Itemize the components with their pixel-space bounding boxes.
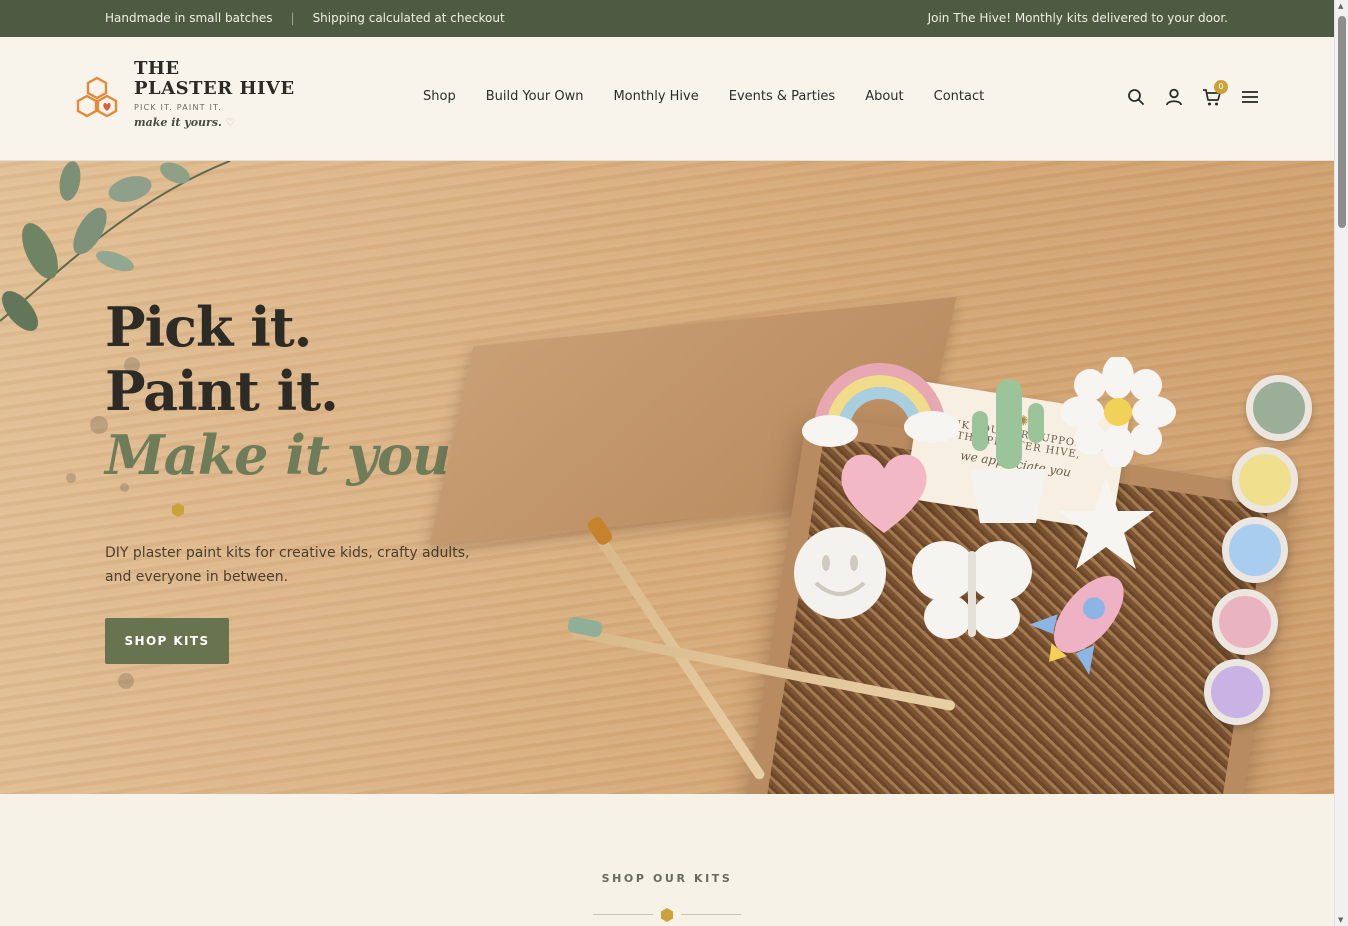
daisy-piece-image <box>1060 357 1176 467</box>
hero-line-1: Pick it. <box>105 295 312 359</box>
hexagon-icon <box>661 908 673 922</box>
brand-text: THE PLASTER HIVE PICK IT. PAINT IT. make… <box>134 58 295 130</box>
nav-monthly-hive[interactable]: Monthly Hive <box>613 89 698 104</box>
rocket-piece-image <box>1030 575 1124 675</box>
site-header: THE PLASTER HIVE PICK IT. PAINT IT. make… <box>0 37 1334 161</box>
cart-icon[interactable]: 0 <box>1202 80 1228 107</box>
star-piece-image <box>1058 477 1154 569</box>
nav-about[interactable]: About <box>865 89 903 104</box>
announcement-hive-link[interactable]: Join The Hive! Monthly kits delivered to… <box>928 11 1228 25</box>
brand-logo[interactable]: THE PLASTER HIVE PICK IT. PAINT IT. make… <box>74 59 295 129</box>
nav-shop[interactable]: Shop <box>423 89 456 104</box>
cactus-piece-image <box>970 379 1046 523</box>
paint-pot-purple <box>1204 659 1270 725</box>
paint-splatter <box>118 673 134 689</box>
brand-script: make it yours. ♡ <box>134 116 295 129</box>
rainbow-piece-image <box>802 363 960 447</box>
shop-kits-button[interactable]: SHOP KITS <box>105 618 229 664</box>
nav-contact[interactable]: Contact <box>934 89 985 104</box>
search-icon[interactable] <box>1126 87 1146 107</box>
brand-line-2: PLASTER HIVE <box>134 78 295 99</box>
announcement-separator: | <box>290 11 295 25</box>
user-icon[interactable] <box>1164 87 1184 107</box>
nav-build-your-own[interactable]: Build Your Own <box>486 89 584 104</box>
paint-pot-green <box>1246 375 1312 441</box>
brand-line-1: THE <box>134 58 180 79</box>
announcement-bar: Handmade in small batches | Shipping cal… <box>0 0 1334 37</box>
hero-banner: Pick it. Paint it. Make it yours. DIY pl… <box>0 161 1334 794</box>
honeycomb-heart-icon <box>76 76 118 118</box>
paint-pot-blue <box>1222 517 1288 583</box>
section-heading-shop-kits: SHOP OUR KITS <box>601 872 733 885</box>
announcement-handmade: Handmade in small batches <box>105 11 273 25</box>
page: Handmade in small batches | Shipping cal… <box>0 0 1348 926</box>
divider-line <box>593 914 653 915</box>
announcement-shipping: Shipping calculated at checkout <box>312 11 505 25</box>
hamburger-icon[interactable] <box>1240 87 1260 107</box>
scroll-down-arrow-icon[interactable]: ▼ <box>1338 916 1343 924</box>
smiley-piece-image <box>794 527 886 619</box>
cart-count-badge: 0 <box>1214 80 1228 94</box>
brand-tagline: PICK IT. PAINT IT. <box>134 103 222 112</box>
divider-line <box>681 914 741 915</box>
hexagon-icon <box>172 503 184 517</box>
brand-script-text: make it yours. <box>134 116 222 129</box>
page-scrollbar[interactable]: ▲ ▼ <box>1334 0 1348 926</box>
butterfly-piece-image <box>912 541 1032 639</box>
hero-subtitle: DIY plaster paint kits for creative kids… <box>105 545 470 585</box>
main-nav: Shop Build Your Own Monthly Hive Events … <box>423 89 984 104</box>
brand-heart-icon: ♡ <box>225 116 236 129</box>
paint-splatter <box>66 473 76 483</box>
scroll-up-arrow-icon[interactable]: ▲ <box>1338 2 1343 10</box>
nav-events-parties[interactable]: Events & Parties <box>729 89 835 104</box>
scrollbar-thumb[interactable] <box>1338 16 1346 228</box>
heart-piece-image <box>841 454 927 533</box>
section-divider <box>593 908 741 922</box>
paint-pot-pink <box>1212 589 1278 655</box>
paint-pot-yellow <box>1232 447 1298 513</box>
header-icons: 0 <box>1126 80 1260 107</box>
announcement-left: Handmade in small batches | Shipping cal… <box>105 11 505 25</box>
